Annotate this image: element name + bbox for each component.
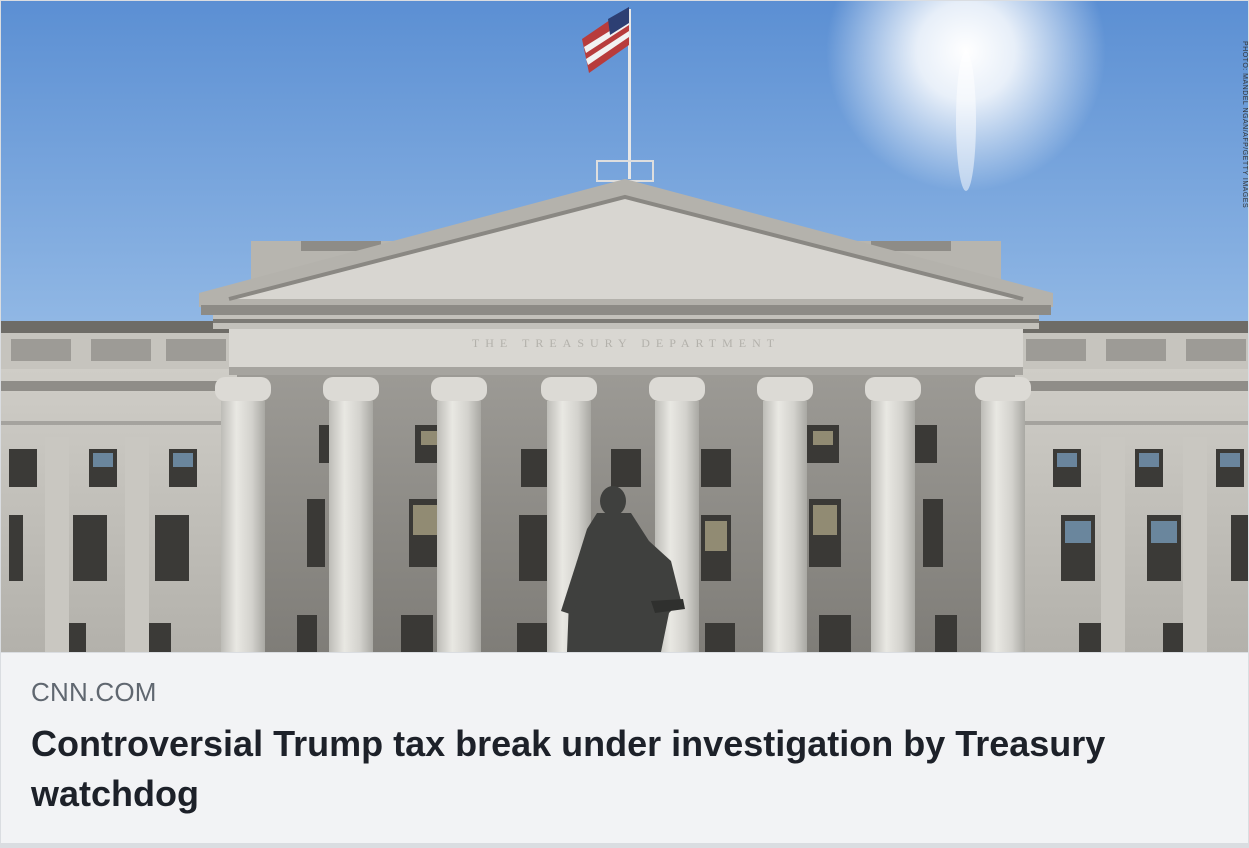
- treasury-building-photo: THE TREASURY DEPARTMENT: [1, 1, 1248, 652]
- article-headline[interactable]: Controversial Trump tax break under inve…: [31, 719, 1111, 819]
- link-preview-card[interactable]: THE TREASURY DEPARTMENT PHOTO: MANDEL NG…: [0, 0, 1249, 848]
- pediment-inscription: THE TREASURY DEPARTMENT: [472, 336, 780, 350]
- image-credit: PHOTO: MANDEL NGAN/AFP/GETTY IMAGES: [1241, 41, 1248, 209]
- source-domain: CNN.COM: [31, 677, 157, 707]
- link-preview-meta[interactable]: CNN.COM Controversial Trump tax break un…: [1, 652, 1248, 847]
- preview-image[interactable]: THE TREASURY DEPARTMENT PHOTO: MANDEL NG…: [1, 1, 1248, 652]
- card-bottom-border: [1, 843, 1248, 847]
